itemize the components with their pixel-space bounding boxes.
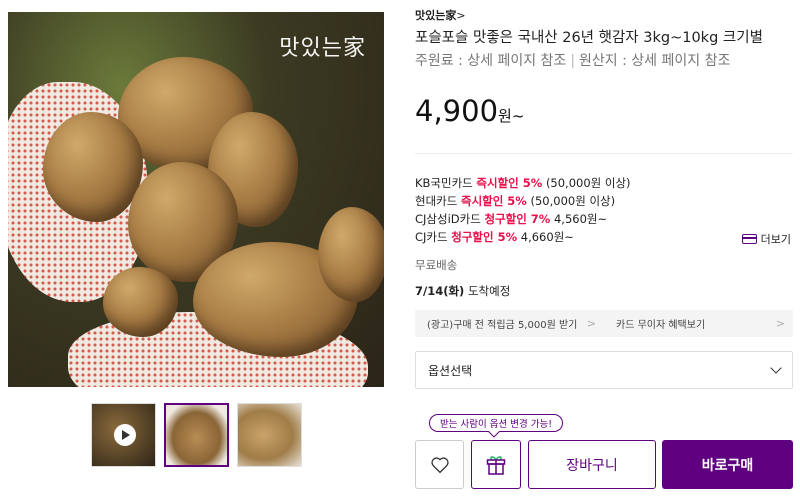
chevron-right-icon: > [775, 317, 785, 330]
benefit-card-installment[interactable]: 카드 무이자 혜택보기 > [604, 310, 793, 337]
benefit-label: 카드 무이자 혜택보기 [616, 320, 706, 331]
thumbnail-image[interactable] [237, 403, 302, 467]
gift-icon [486, 455, 506, 475]
card-detail: 4,560원~ [553, 212, 608, 226]
gift-button[interactable] [471, 440, 521, 489]
more-card-offers-button[interactable]: 더보기 [741, 231, 791, 247]
product-subinfo: 주원료 : 상세 페이지 참조 | 원산지 : 상세 페이지 참조 [415, 50, 730, 70]
card-discount: 청구할인 7% [484, 212, 551, 226]
thumbnail-video[interactable] [91, 403, 156, 467]
card-discount: 즉시할인 5% [460, 194, 527, 208]
chevron-down-icon [770, 362, 782, 374]
shipping-info: 무료배송 [415, 258, 458, 272]
more-label: 더보기 [760, 233, 791, 246]
brand-link[interactable]: 맛있는家> [415, 7, 466, 23]
option-select-label: 옵션선택 [428, 363, 473, 378]
benefits-bar: (광고)구매 전 적립금 5,000원 받기 > 카드 무이자 혜택보기 > [415, 310, 793, 337]
card-discount: 즉시할인 5% [476, 176, 543, 190]
divider [415, 153, 793, 154]
heart-icon [430, 456, 449, 473]
chevron-right-icon: > [456, 9, 466, 22]
arrival-info: 7/14(화) 도착예정 [415, 283, 510, 299]
product-title: 포슬포슬 맛좋은 국내산 26년 햇감자 3kg~10kg 크기별 [415, 30, 763, 46]
wishlist-button[interactable] [415, 440, 464, 489]
main-product-image[interactable]: 맛있는家 [8, 12, 384, 387]
thumbnail-list [91, 403, 302, 467]
option-select[interactable]: 옵션선택 [415, 351, 793, 389]
chevron-right-icon: > [586, 317, 596, 330]
price-value: 4,900 [415, 94, 499, 128]
card-name: CJ삼성iD카드 [415, 212, 481, 226]
card-detail: 4,660원~ [520, 230, 574, 244]
add-to-cart-button[interactable]: 장바구니 [528, 440, 656, 489]
card-detail: (50,000원 이상) [545, 176, 631, 190]
play-icon [114, 424, 136, 446]
benefit-point-reward[interactable]: (광고)구매 전 적립금 5,000원 받기 > [415, 310, 604, 337]
arrival-text: 도착예정 [467, 284, 511, 298]
origin-info: 원산지 : 상세 페이지 참조 [579, 53, 731, 69]
card-offer-row: KB국민카드 즉시할인 5% (50,000원 이상) [415, 174, 631, 192]
potato [103, 267, 178, 337]
ingredient-info: 주원료 : 상세 페이지 참조 [415, 53, 567, 69]
benefit-label: (광고)구매 전 적립금 5,000원 받기 [427, 320, 578, 331]
potato [43, 112, 143, 222]
card-offer-row: 현대카드 즉시할인 5% (50,000원 이상) [415, 192, 631, 210]
divider-bar: | [570, 53, 576, 69]
card-offer-row: CJ삼성iD카드 청구할인 7% 4,560원~ [415, 210, 631, 228]
brand-name: 맛있는家 [415, 9, 457, 22]
product-price: 4,900원~ [415, 94, 524, 128]
card-detail: (50,000원 이상) [530, 194, 616, 208]
brand-watermark: 맛있는家 [279, 36, 366, 61]
arrival-date: 7/14(화) [415, 284, 465, 298]
price-unit: 원~ [498, 107, 525, 125]
card-offer-row: CJ카드 청구할인 5% 4,660원~ [415, 228, 631, 246]
card-name: CJ카드 [415, 230, 448, 244]
buy-now-button[interactable]: 바로구매 [662, 440, 793, 489]
gift-option-tooltip: 받는 사람이 옵션 변경 가능! [429, 414, 564, 432]
credit-card-icon [741, 234, 757, 244]
card-name: KB국민카드 [415, 176, 473, 190]
card-offers: KB국민카드 즉시할인 5% (50,000원 이상) 현대카드 즉시할인 5%… [415, 174, 631, 246]
card-discount: 청구할인 5% [451, 230, 518, 244]
thumbnail-image-active[interactable] [164, 403, 229, 467]
card-name: 현대카드 [415, 194, 458, 208]
potato [318, 207, 384, 302]
